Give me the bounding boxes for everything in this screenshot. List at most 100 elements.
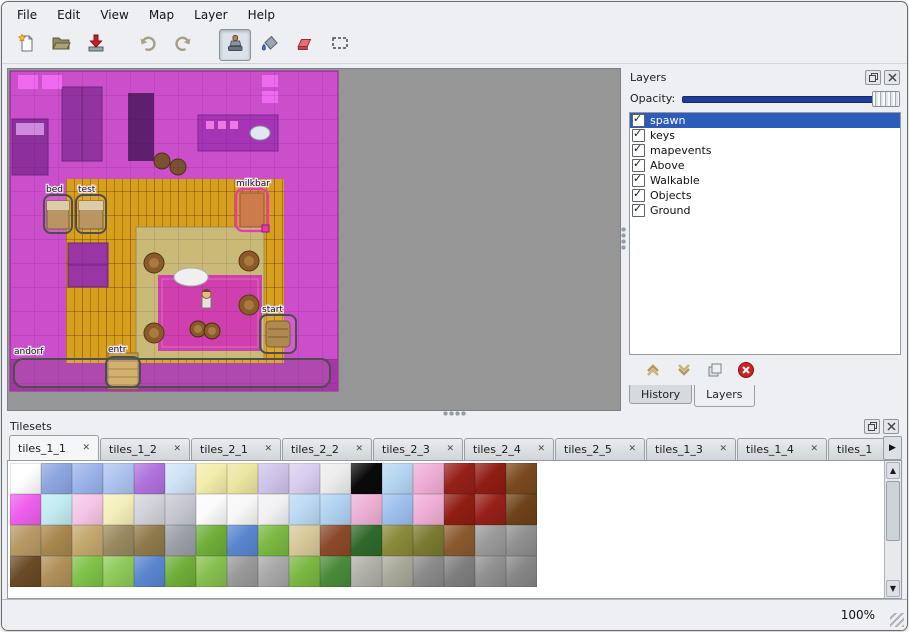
- undo-button[interactable]: [132, 29, 164, 61]
- tileset-tile[interactable]: [413, 463, 444, 494]
- vertical-splitter[interactable]: [620, 68, 626, 409]
- lower-layer-button[interactable]: [674, 360, 694, 380]
- close-dock-button[interactable]: [884, 70, 900, 85]
- tileset-tile[interactable]: [103, 463, 134, 494]
- float-dock-button[interactable]: [865, 70, 881, 85]
- tileset-tile[interactable]: [413, 525, 444, 556]
- tileset-tile[interactable]: [41, 556, 72, 587]
- layer-row-walkable[interactable]: Walkable: [630, 173, 900, 188]
- tileset-tab[interactable]: tiles_2_5 ✕: [555, 438, 645, 460]
- tileset-tile[interactable]: [134, 556, 165, 587]
- close-dock-button[interactable]: [883, 419, 899, 434]
- tileset-tile[interactable]: [475, 525, 506, 556]
- bucket-fill-button[interactable]: [254, 29, 286, 61]
- tileset-tile[interactable]: [227, 463, 258, 494]
- tab-close-icon[interactable]: ✕: [173, 445, 181, 454]
- tileset-tile[interactable]: [289, 556, 320, 587]
- layer-visibility-checkbox[interactable]: [632, 129, 645, 142]
- tileset-tile[interactable]: [506, 494, 537, 525]
- tileset-tile[interactable]: [413, 556, 444, 587]
- tileset-tile[interactable]: [258, 525, 289, 556]
- menu-help[interactable]: Help: [239, 5, 284, 25]
- layer-row-mapevents[interactable]: mapevents: [630, 143, 900, 158]
- map-object-andorf[interactable]: [14, 359, 330, 387]
- tab-close-icon[interactable]: ✕: [264, 445, 272, 454]
- tileset-tab[interactable]: tiles_2_4 ✕: [464, 438, 554, 460]
- tileset-tab[interactable]: tiles_1_3 ✕: [646, 438, 736, 460]
- map-object-test[interactable]: [76, 195, 106, 233]
- menu-map[interactable]: Map: [140, 5, 183, 25]
- layer-visibility-checkbox[interactable]: [632, 204, 645, 217]
- tileset-tile[interactable]: [72, 556, 103, 587]
- tab-close-icon[interactable]: ✕: [537, 445, 545, 454]
- raise-layer-button[interactable]: [643, 360, 663, 380]
- tileset-tile[interactable]: [289, 525, 320, 556]
- horizontal-splitter[interactable]: [7, 410, 902, 417]
- layer-row-keys[interactable]: keys: [630, 128, 900, 143]
- tileset-tile[interactable]: [134, 463, 165, 494]
- tab-history[interactable]: History: [629, 385, 692, 404]
- tileset-tile[interactable]: [41, 494, 72, 525]
- tab-scroll-right-button[interactable]: ▶: [883, 436, 902, 460]
- tileset-tile[interactable]: [382, 525, 413, 556]
- menu-file[interactable]: File: [8, 5, 46, 25]
- tileset-tile[interactable]: [165, 525, 196, 556]
- tileset-tile[interactable]: [41, 525, 72, 556]
- tileset-tab[interactable]: tiles_2_3 ✕: [373, 438, 463, 460]
- tileset-tile[interactable]: [475, 463, 506, 494]
- tileset-tab[interactable]: tiles_1_1 ✕: [9, 435, 99, 460]
- scroll-up-button[interactable]: ▲: [886, 462, 900, 479]
- tileset-tile[interactable]: [351, 494, 382, 525]
- tileset-tile[interactable]: [258, 556, 289, 587]
- layer-visibility-checkbox[interactable]: [632, 144, 645, 157]
- tab-close-icon[interactable]: ✕: [355, 445, 363, 454]
- tileset-tab[interactable]: tiles_1_2 ✕: [100, 438, 190, 460]
- map-object-entr[interactable]: [106, 357, 140, 387]
- tileset-tile[interactable]: [72, 463, 103, 494]
- menu-layer[interactable]: Layer: [185, 5, 236, 25]
- tileset-tile[interactable]: [196, 463, 227, 494]
- tileset-tile[interactable]: [196, 494, 227, 525]
- opacity-slider-handle[interactable]: [872, 91, 900, 107]
- tileset-tile[interactable]: [103, 556, 134, 587]
- tileset-tile[interactable]: [72, 525, 103, 556]
- map-object-bed[interactable]: [44, 195, 72, 233]
- new-file-button[interactable]: [10, 29, 42, 61]
- rect-select-button[interactable]: [324, 29, 356, 61]
- save-button[interactable]: [80, 29, 112, 61]
- tileset-tile[interactable]: [165, 463, 196, 494]
- map-canvas[interactable]: bed test milkbar start andorf entr: [8, 69, 620, 410]
- tab-close-icon[interactable]: ✕: [628, 445, 636, 454]
- tileset-tile[interactable]: [444, 525, 475, 556]
- tileset-tile[interactable]: [506, 556, 537, 587]
- map-object-start[interactable]: [260, 315, 296, 353]
- resize-grip[interactable]: [890, 613, 904, 627]
- tab-close-icon[interactable]: ✕: [446, 445, 454, 454]
- delete-layer-button[interactable]: [736, 360, 756, 380]
- layer-visibility-checkbox[interactable]: [632, 189, 645, 202]
- tileset-tab[interactable]: tiles_2_1 ✕: [191, 438, 281, 460]
- layer-row-ground[interactable]: Ground: [630, 203, 900, 218]
- tileset-tile[interactable]: [258, 494, 289, 525]
- tileset-tile[interactable]: [227, 494, 258, 525]
- duplicate-layer-button[interactable]: [705, 360, 725, 380]
- float-dock-button[interactable]: [864, 419, 880, 434]
- tileset-tile[interactable]: [227, 525, 258, 556]
- opacity-slider[interactable]: [682, 90, 900, 106]
- tileset-tile[interactable]: [382, 556, 413, 587]
- redo-button[interactable]: [167, 29, 199, 61]
- map-view[interactable]: bed test milkbar start andorf entr: [7, 68, 621, 411]
- tileset-tile[interactable]: [196, 525, 227, 556]
- tileset-tile[interactable]: [103, 525, 134, 556]
- tileset-tile[interactable]: [320, 463, 351, 494]
- tileset-tile[interactable]: [134, 525, 165, 556]
- tileset-tile[interactable]: [289, 463, 320, 494]
- tileset-tile[interactable]: [475, 556, 506, 587]
- tileset-tile[interactable]: [196, 556, 227, 587]
- open-file-button[interactable]: [45, 29, 77, 61]
- tileset-tile[interactable]: [382, 463, 413, 494]
- tileset-tile[interactable]: [103, 494, 134, 525]
- layer-visibility-checkbox[interactable]: [632, 114, 645, 127]
- tab-close-icon[interactable]: ✕: [810, 445, 818, 454]
- tileset-tile[interactable]: [227, 556, 258, 587]
